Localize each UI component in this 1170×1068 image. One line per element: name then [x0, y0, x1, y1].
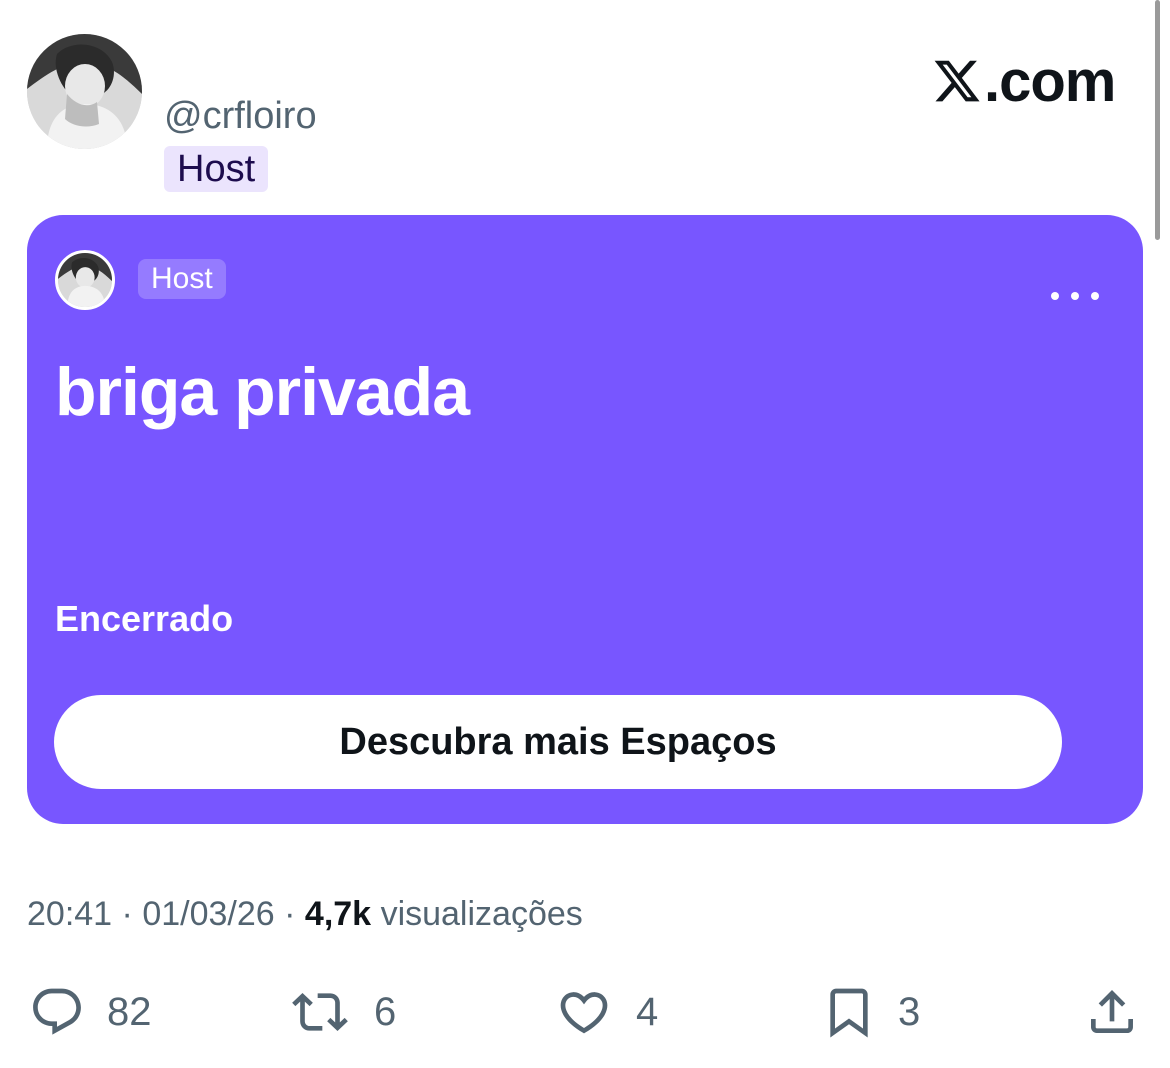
- repost-icon: [292, 993, 348, 1031]
- share-button[interactable]: [1082, 984, 1142, 1040]
- tweet-time[interactable]: 20:41: [27, 895, 112, 933]
- views-count: 4,7k: [304, 895, 372, 933]
- repost-count: 6: [374, 989, 397, 1034]
- space-card[interactable]: Host briga privada Encerrado Descubra ma…: [27, 215, 1143, 824]
- share-icon: [1091, 990, 1133, 1033]
- reply-icon: [33, 988, 81, 1035]
- author-handle[interactable]: @crfloiro: [164, 96, 317, 136]
- space-host-avatar[interactable]: [55, 250, 115, 310]
- reply-button[interactable]: 82: [27, 984, 152, 1040]
- bookmark-button[interactable]: 3: [820, 984, 920, 1040]
- author-avatar[interactable]: [27, 34, 142, 149]
- heart-icon: [560, 992, 608, 1034]
- brand-logo: .com: [932, 48, 1116, 114]
- like-count: 4: [636, 989, 659, 1034]
- space-status: Encerrado: [55, 598, 234, 639]
- scrollbar[interactable]: [1155, 0, 1160, 240]
- tweet-meta: 20:41 · 01/03/26 · 4,7k visualizações: [27, 893, 583, 935]
- avatar-photo-icon: [27, 34, 142, 149]
- brand-suffix: .com: [984, 48, 1116, 114]
- views-label: visualizações: [380, 895, 583, 933]
- more-options-button[interactable]: [1051, 281, 1099, 311]
- space-title: briga privada: [55, 354, 470, 430]
- meta-separator: ·: [284, 895, 296, 933]
- x-logo-icon: [934, 60, 980, 102]
- bookmark-count: 3: [898, 989, 921, 1034]
- avatar-photo-icon: [58, 253, 112, 307]
- repost-button[interactable]: 6: [286, 984, 396, 1040]
- reply-count: 82: [107, 989, 152, 1034]
- space-host-badge: Host: [138, 259, 226, 299]
- host-badge: Host: [164, 146, 269, 192]
- more-horizontal-icon: [1051, 292, 1059, 300]
- bookmark-icon: [830, 988, 868, 1038]
- discover-spaces-button[interactable]: Descubra mais Espaços: [54, 695, 1062, 789]
- meta-separator: ·: [121, 895, 133, 933]
- tweet-date[interactable]: 01/03/26: [142, 895, 274, 933]
- like-button[interactable]: 4: [552, 984, 658, 1040]
